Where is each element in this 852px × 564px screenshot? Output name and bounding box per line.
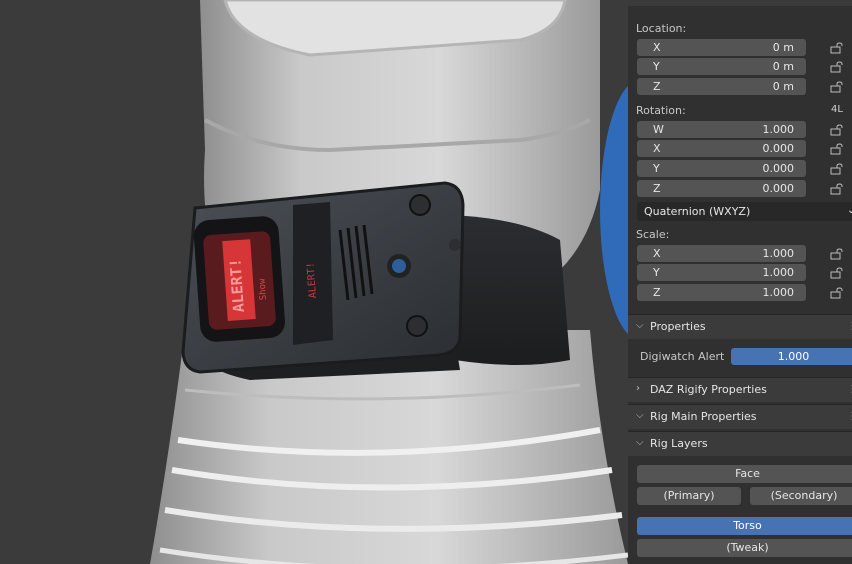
rotation-x-field[interactable]: X 0.000 <box>637 140 806 157</box>
rig-layers-section-header[interactable]: ⌵ Rig Layers <box>628 431 852 456</box>
rotation-lock-4l-toggle[interactable]: 4L <box>831 104 843 115</box>
transform-header[interactable] <box>628 0 852 6</box>
rotation-z-field[interactable]: Z 0.000 <box>637 180 806 197</box>
layer-primary-button[interactable]: (Primary) <box>637 487 741 505</box>
lock-icon[interactable] <box>830 42 844 54</box>
grip-icon[interactable]: ⋮ <box>847 384 852 395</box>
lock-icon[interactable] <box>830 81 844 93</box>
lock-icon[interactable] <box>830 267 844 279</box>
location-z-field[interactable]: Z 0 m <box>637 78 806 95</box>
lock-icon[interactable] <box>830 61 844 73</box>
location-label: Location: <box>636 22 687 35</box>
scale-label: Scale: <box>636 228 670 241</box>
layer-secondary-button[interactable]: (Secondary) <box>750 487 852 505</box>
chevron-right-icon: › <box>636 383 640 394</box>
location-y-field[interactable]: Y 0 m <box>637 58 806 75</box>
watch-screen-subtext: Show <box>257 278 269 301</box>
lock-icon[interactable] <box>830 248 844 260</box>
properties-section-header[interactable]: ⌵ Properties ⋮ <box>628 314 852 339</box>
chevron-down-icon: ⌵ <box>636 320 644 331</box>
properties-panel: Location: X 0 m Y 0 m Z 0 m Rotation: 4L… <box>628 0 852 564</box>
rotation-y-field[interactable]: Y 0.000 <box>637 160 806 177</box>
lock-icon[interactable] <box>830 163 844 175</box>
watch-screen-text: ALERT! <box>226 258 248 313</box>
chevron-down-icon: ⌵ <box>636 437 644 448</box>
rotation-label: Rotation: <box>636 104 686 117</box>
chevron-down-icon: ⌵ <box>636 410 644 421</box>
lock-icon[interactable] <box>830 143 844 155</box>
scale-x-field[interactable]: X 1.000 <box>637 245 806 262</box>
grip-icon[interactable]: ⋮ <box>847 411 852 422</box>
viewport-render: ALERT! Show ALERT! <box>150 0 628 564</box>
scale-y-field[interactable]: Y 1.000 <box>637 264 806 281</box>
chevron-down-icon: ⌄ <box>847 205 852 216</box>
digiwatch-alert-slider[interactable]: 1.000 <box>731 348 852 365</box>
lock-icon[interactable] <box>830 183 844 195</box>
location-x-field[interactable]: X 0 m <box>637 39 806 56</box>
lock-icon[interactable] <box>830 124 844 136</box>
grip-icon[interactable]: ⋮ <box>847 321 852 332</box>
rotation-mode-dropdown[interactable]: Quaternion (WXYZ) ⌄ <box>637 202 852 221</box>
layer-face-button[interactable]: Face <box>637 465 852 483</box>
scale-z-field[interactable]: Z 1.000 <box>637 284 806 301</box>
digiwatch-alert-label: Digiwatch Alert <box>640 350 725 363</box>
layer-torso-button[interactable]: Torso <box>637 517 852 535</box>
rig-main-section-header[interactable]: ⌵ Rig Main Properties ⋮ <box>628 404 852 429</box>
lock-icon[interactable] <box>830 287 844 299</box>
layer-tweak-button[interactable]: (Tweak) <box>637 539 852 557</box>
daz-rigify-section-header[interactable]: › DAZ Rigify Properties ⋮ <box>628 377 852 402</box>
rotation-w-field[interactable]: W 1.000 <box>637 121 806 138</box>
3d-viewport[interactable]: ALERT! Show ALERT! <box>0 0 628 564</box>
